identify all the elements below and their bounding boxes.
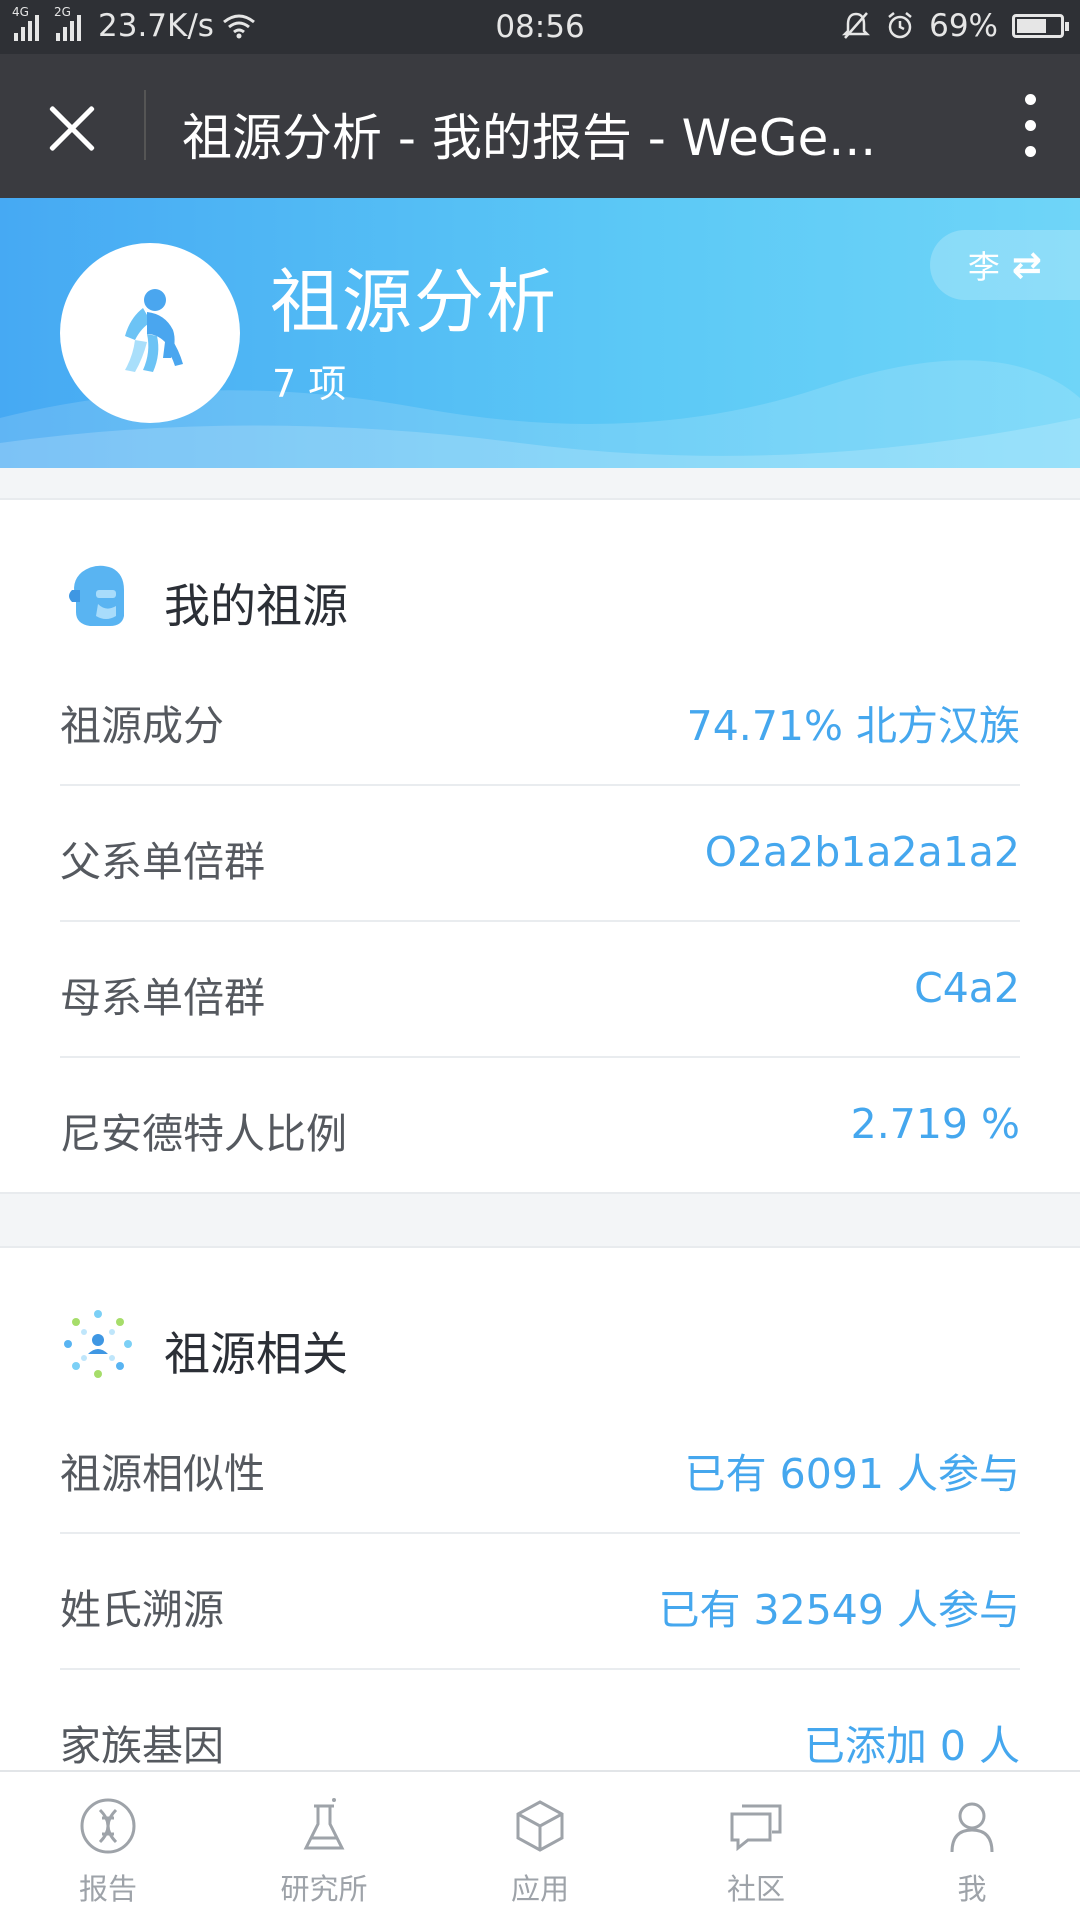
person-icon [950, 1802, 994, 1853]
ape-icon [125, 289, 183, 372]
list-item[interactable]: 尼安德特人比例 2.719 % [60, 1058, 1020, 1192]
title-divider [144, 90, 146, 160]
nav-label: 社区 [726, 1872, 785, 1906]
title-bar: 祖源分析 - 我的报告 - WeGe... [0, 54, 1080, 198]
row-value: 已有 6091 人参与 [684, 1450, 1020, 1498]
row-label: 母系单倍群 [60, 974, 265, 1022]
list-item[interactable]: 祖源相似性 已有 6091 人参与 [60, 1398, 1020, 1534]
dna-icon [80, 1798, 136, 1854]
bottom-nav: 报告 研究所 应用 社区 我 [0, 1770, 1080, 1922]
more-menu-icon[interactable] [1020, 94, 1040, 160]
nav-label: 报告 [78, 1872, 137, 1906]
banner-title: 祖源分析 [270, 261, 558, 343]
cube-icon [516, 1800, 564, 1852]
network-people-icon [64, 1310, 132, 1378]
nav-label: 研究所 [280, 1872, 368, 1906]
list-item[interactable]: 父系单倍群 O2a2b1a2a1a2 [60, 786, 1020, 922]
row-value: C4a2 [914, 964, 1020, 1012]
header-banner: 祖源分析 7 项 李 ⇄ [0, 198, 1080, 468]
list-item[interactable]: 祖源成分 74.71% 北方汉族 [60, 650, 1020, 786]
row-label: 姓氏溯源 [60, 1586, 224, 1634]
close-icon[interactable] [44, 100, 100, 156]
row-value: 2.719 % [850, 1100, 1020, 1148]
row-value: 已添加 0 人 [803, 1722, 1020, 1770]
bell-mute-icon [842, 12, 871, 39]
item-count: 7 项 [272, 362, 347, 406]
switch-arrows-icon: ⇄ [1011, 244, 1043, 286]
nav-label: 我 [957, 1872, 987, 1906]
flask-icon [303, 1798, 345, 1850]
nav-item-report[interactable]: 报告 [0, 1772, 216, 1922]
row-label: 家族基因 [60, 1722, 224, 1770]
user-initial: 李 [967, 248, 1000, 286]
card-header: 我的祖源 [0, 500, 1080, 650]
row-value: 已有 32549 人参与 [658, 1586, 1021, 1634]
row-label: 父系单倍群 [60, 838, 265, 886]
nav-item-community[interactable]: 社区 [648, 1772, 864, 1922]
section-title: 祖源相关 [164, 1327, 348, 1381]
list-item[interactable]: 母系单倍群 C4a2 [60, 922, 1020, 1058]
nav-item-me[interactable]: 我 [864, 1772, 1080, 1922]
user-switch-button[interactable]: 李 ⇄ [930, 230, 1080, 300]
status-bar: 4G 2G 23.7K/s 08:56 69% [0, 0, 1080, 54]
battery-icon [1012, 14, 1069, 38]
card-header: 祖源相关 [0, 1248, 1080, 1398]
page-title: 祖源分析 - 我的报告 - WeGe... [182, 109, 877, 167]
row-value: 74.71% 北方汉族 [686, 702, 1020, 750]
alarm-icon [888, 12, 912, 39]
row-label: 祖源成分 [60, 702, 224, 750]
ancestry-related-card: 祖源相关 祖源相似性 已有 6091 人参与 姓氏溯源 已有 32549 人参与… [0, 1246, 1080, 1790]
list-item[interactable]: 姓氏溯源 已有 32549 人参与 [60, 1534, 1020, 1670]
face-profile-icon [69, 565, 124, 626]
nav-label: 应用 [510, 1872, 569, 1906]
row-label: 祖源相似性 [60, 1450, 265, 1498]
section-title: 我的祖源 [164, 579, 348, 633]
nav-item-institute[interactable]: 研究所 [216, 1772, 432, 1922]
chat-bubbles-icon [730, 1804, 782, 1852]
row-label: 尼安德特人比例 [60, 1110, 347, 1158]
nav-item-apps[interactable]: 应用 [432, 1772, 648, 1922]
ancestor-avatar [60, 243, 240, 423]
my-ancestry-card: 我的祖源 祖源成分 74.71% 北方汉族 父系单倍群 O2a2b1a2a1a2… [0, 498, 1080, 1194]
battery-percent: 69% [929, 8, 998, 44]
row-value: O2a2b1a2a1a2 [704, 828, 1020, 876]
